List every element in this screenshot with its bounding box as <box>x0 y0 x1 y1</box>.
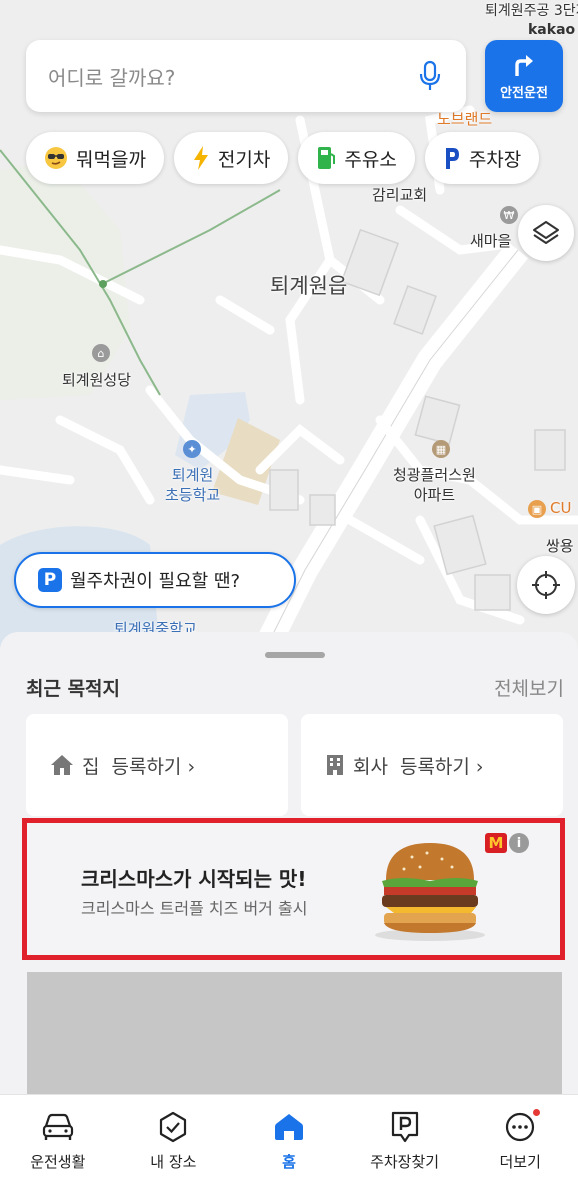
bottom-nav: 운전생활 내 장소 홈 주차장찾기 더보기 <box>0 1094 578 1200</box>
home-icon <box>50 754 74 776</box>
ad-banner[interactable]: 크리스마스가 시작되는 맛! 크리스마스 트러플 치즈 버거 출시 M i <box>22 818 565 960</box>
shield-check-icon <box>157 1109 189 1145</box>
more-icon <box>504 1109 541 1145</box>
school-icon[interactable]: ✦ <box>183 440 201 458</box>
ad-title: 크리스마스가 시작되는 맛! <box>81 867 307 891</box>
home-icon <box>273 1109 305 1145</box>
chip-food-label: 뭐먹을까 <box>76 148 146 171</box>
safe-drive-button[interactable]: 안전운전 <box>485 40 563 112</box>
map-place-apt-top[interactable]: 퇴계원주공 3단지아파트 <box>485 2 578 20</box>
map-layer-button[interactable] <box>518 205 574 261</box>
nav-home-label: 홈 <box>282 1153 296 1171</box>
nav-drive-life-label: 운전생활 <box>30 1153 86 1171</box>
parking-icon <box>443 146 461 170</box>
burger-image <box>375 843 485 941</box>
content-placeholder <box>27 972 562 1102</box>
mcdonalds-logo: M <box>485 833 507 853</box>
map-place-apartment[interactable]: 청광플러스원 아파트 <box>393 465 476 505</box>
mart-icon[interactable]: ₩ <box>500 206 518 224</box>
convenience-store-icon[interactable]: ▣ <box>528 500 546 518</box>
info-icon[interactable]: i <box>509 833 529 853</box>
gas-pump-icon <box>316 146 336 170</box>
ad-subtitle: 크리스마스 트러플 치즈 버거 출시 <box>81 899 308 918</box>
map-region-label: 퇴계원읍 <box>270 274 348 298</box>
turn-right-icon <box>515 54 533 76</box>
search-bar[interactable]: 어디로 갈까요? <box>26 40 466 112</box>
chip-gas[interactable]: 주유소 <box>298 132 415 184</box>
map-place-ssang[interactable]: 쌍용 <box>546 535 574 556</box>
recent-destinations-title: 최근 목적지 <box>26 678 121 700</box>
car-icon <box>41 1109 75 1145</box>
sheet-drag-handle[interactable] <box>265 652 325 658</box>
current-location-button[interactable] <box>517 556 575 614</box>
home-register-card[interactable]: 집 등록하기 › <box>26 714 288 816</box>
nav-my-places-label: 내 장소 <box>150 1153 197 1171</box>
lightning-icon <box>192 146 210 170</box>
work-register-label: 등록하기 › <box>399 755 484 778</box>
nav-more[interactable]: 더보기 <box>462 1095 578 1200</box>
parking-search-icon <box>389 1109 421 1145</box>
nav-home[interactable]: 홈 <box>231 1095 347 1200</box>
bottom-sheet[interactable]: 최근 목적지 전체보기 집 등록하기 › 회사 등록하기 › 크리스마스가 시작… <box>0 632 578 1102</box>
chip-food[interactable]: 뭐먹을까 <box>26 132 164 184</box>
map-place-cu[interactable]: CU <box>550 499 571 517</box>
chip-gas-label: 주유소 <box>344 148 397 171</box>
parking-badge-icon: P <box>38 568 62 592</box>
kakao-logo: kakao <box>528 22 576 38</box>
crosshair-icon <box>532 571 560 599</box>
notification-dot <box>533 1109 541 1116</box>
map-place-elementary[interactable]: 퇴계원 초등학교 <box>165 465 220 505</box>
category-chips: 뭐먹을까 전기차 주유소 주차장 <box>26 132 540 184</box>
monthly-parking-promo[interactable]: P 월주차권이 필요할 땐? <box>14 552 296 608</box>
nav-my-places[interactable]: 내 장소 <box>116 1095 232 1200</box>
home-label: 집 <box>82 755 100 778</box>
nav-more-label: 더보기 <box>499 1153 541 1171</box>
chip-ev-label: 전기차 <box>217 148 271 171</box>
church-icon[interactable]: ⌂ <box>92 344 110 362</box>
search-placeholder[interactable]: 어디로 갈까요? <box>48 62 416 91</box>
building-icon <box>325 754 345 776</box>
chip-parking-label: 주차장 <box>468 148 522 171</box>
work-register-card[interactable]: 회사 등록하기 › <box>301 714 563 816</box>
map-view[interactable]: 퇴계원주공 3단지아파트 kakao 노브랜드 감리교회 ₩ 새마을 퇴계원읍 … <box>0 0 578 650</box>
nav-find-parking[interactable]: 주차장찾기 <box>347 1095 463 1200</box>
view-all-link[interactable]: 전체보기 <box>494 674 564 701</box>
chip-parking[interactable]: 주차장 <box>424 132 540 184</box>
safe-drive-label: 안전운전 <box>500 85 548 101</box>
map-place-mart[interactable]: 새마을 <box>470 230 511 251</box>
map-place-church[interactable]: 감리교회 <box>372 184 427 205</box>
chip-ev[interactable]: 전기차 <box>173 132 289 184</box>
nav-drive-life[interactable]: 운전생활 <box>0 1095 116 1200</box>
work-label: 회사 <box>353 755 388 778</box>
sunglasses-emoji-icon <box>44 146 68 170</box>
home-register-label: 등록하기 › <box>111 755 196 778</box>
map-place-cathedral[interactable]: 퇴계원성당 <box>62 369 131 390</box>
apartment-icon[interactable]: ▦ <box>432 440 450 458</box>
layers-icon <box>533 221 559 244</box>
mic-icon[interactable] <box>416 60 444 92</box>
monthly-parking-label: 월주차권이 필요할 땐? <box>70 571 241 592</box>
nav-find-parking-label: 주차장찾기 <box>370 1153 440 1171</box>
